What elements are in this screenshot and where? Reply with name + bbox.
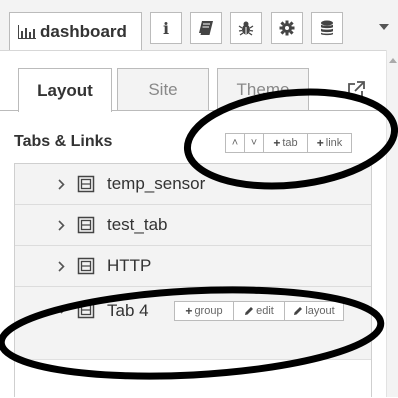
- caret-down-icon: [379, 24, 389, 30]
- tab-layout[interactable]: Layout: [18, 68, 112, 112]
- help-button[interactable]: [190, 12, 222, 44]
- bar-chart-icon: [18, 24, 36, 39]
- info-icon: i: [162, 18, 170, 38]
- scrollbar[interactable]: [386, 50, 398, 397]
- add-group-label: group: [194, 305, 223, 317]
- tab-icon: [77, 175, 95, 193]
- sidebar-toolbar: dashboard i: [0, 0, 398, 51]
- context-data-button[interactable]: [311, 12, 343, 44]
- edit-tab-label: edit: [256, 305, 274, 317]
- tab-layout-button[interactable]: layout: [284, 301, 344, 321]
- tree-row-test-tab[interactable]: test_tab: [15, 205, 371, 246]
- bug-icon: [238, 21, 254, 36]
- expand-all-button[interactable]: ˄: [225, 133, 245, 153]
- chevron-right-icon[interactable]: [55, 218, 67, 232]
- plus-icon: +: [273, 136, 281, 150]
- chevron-down-icon[interactable]: [55, 303, 67, 317]
- edit-tab-button[interactable]: edit: [233, 301, 285, 321]
- tree-row-label: Tab 4: [107, 301, 149, 320]
- add-link-label: link: [325, 137, 343, 149]
- tree-row-temp-sensor[interactable]: temp_sensor: [15, 164, 371, 205]
- tree-row-label: HTTP: [107, 256, 152, 275]
- plus-icon: +: [185, 304, 193, 318]
- chevron-up-icon: ˄: [231, 137, 239, 149]
- gear-icon: [279, 20, 295, 36]
- tabs-tree: temp_sensor test_tab HTTP Tab 4 + group …: [14, 163, 372, 398]
- chevron-right-icon[interactable]: [55, 259, 67, 273]
- add-tab-label: tab: [282, 137, 298, 149]
- tab-row-actions: + group edit layout: [174, 301, 344, 323]
- chevron-right-icon[interactable]: [55, 177, 67, 191]
- tree-row-label: temp_sensor: [107, 174, 206, 193]
- pencil-icon: [245, 307, 254, 315]
- add-tab-button[interactable]: + tab: [263, 133, 308, 153]
- sidebar-menu-dropdown[interactable]: [376, 20, 392, 34]
- tab-icon: [77, 301, 95, 319]
- settings-button[interactable]: [271, 12, 303, 44]
- collapse-all-button[interactable]: ˅: [244, 133, 264, 153]
- add-link-button[interactable]: + link: [307, 133, 352, 153]
- add-group-button[interactable]: + group: [174, 301, 234, 321]
- dashboard-tab-label: dashboard: [40, 21, 127, 41]
- tab-icon: [77, 257, 95, 275]
- external-link-icon: [348, 81, 365, 98]
- database-icon: [321, 20, 333, 36]
- tree-row-tab-4[interactable]: Tab 4 + group edit layout: [15, 287, 371, 359]
- tree-row-http[interactable]: HTTP: [15, 246, 371, 287]
- tree-row-label: test_tab: [107, 215, 168, 234]
- dashboard-sidebar-tab[interactable]: dashboard: [9, 12, 142, 50]
- tab-site[interactable]: Site: [117, 68, 209, 110]
- tab-icon: [77, 216, 95, 234]
- tree-actions: ˄ ˅ + tab + link: [225, 133, 352, 155]
- open-dashboard-button[interactable]: [346, 80, 366, 100]
- book-icon: [199, 21, 213, 35]
- pencil-icon: [294, 307, 303, 315]
- section-title: Tabs & Links: [14, 133, 113, 150]
- tab-layout-label: layout: [305, 305, 335, 317]
- scroll-up-arrow[interactable]: [389, 58, 397, 63]
- group-drop-area: [15, 359, 371, 398]
- plus-icon: +: [316, 136, 324, 150]
- debug-button[interactable]: [230, 12, 262, 44]
- tab-theme[interactable]: Theme: [217, 68, 309, 110]
- chevron-down-icon: ˅: [250, 137, 258, 149]
- info-button[interactable]: i: [150, 12, 182, 44]
